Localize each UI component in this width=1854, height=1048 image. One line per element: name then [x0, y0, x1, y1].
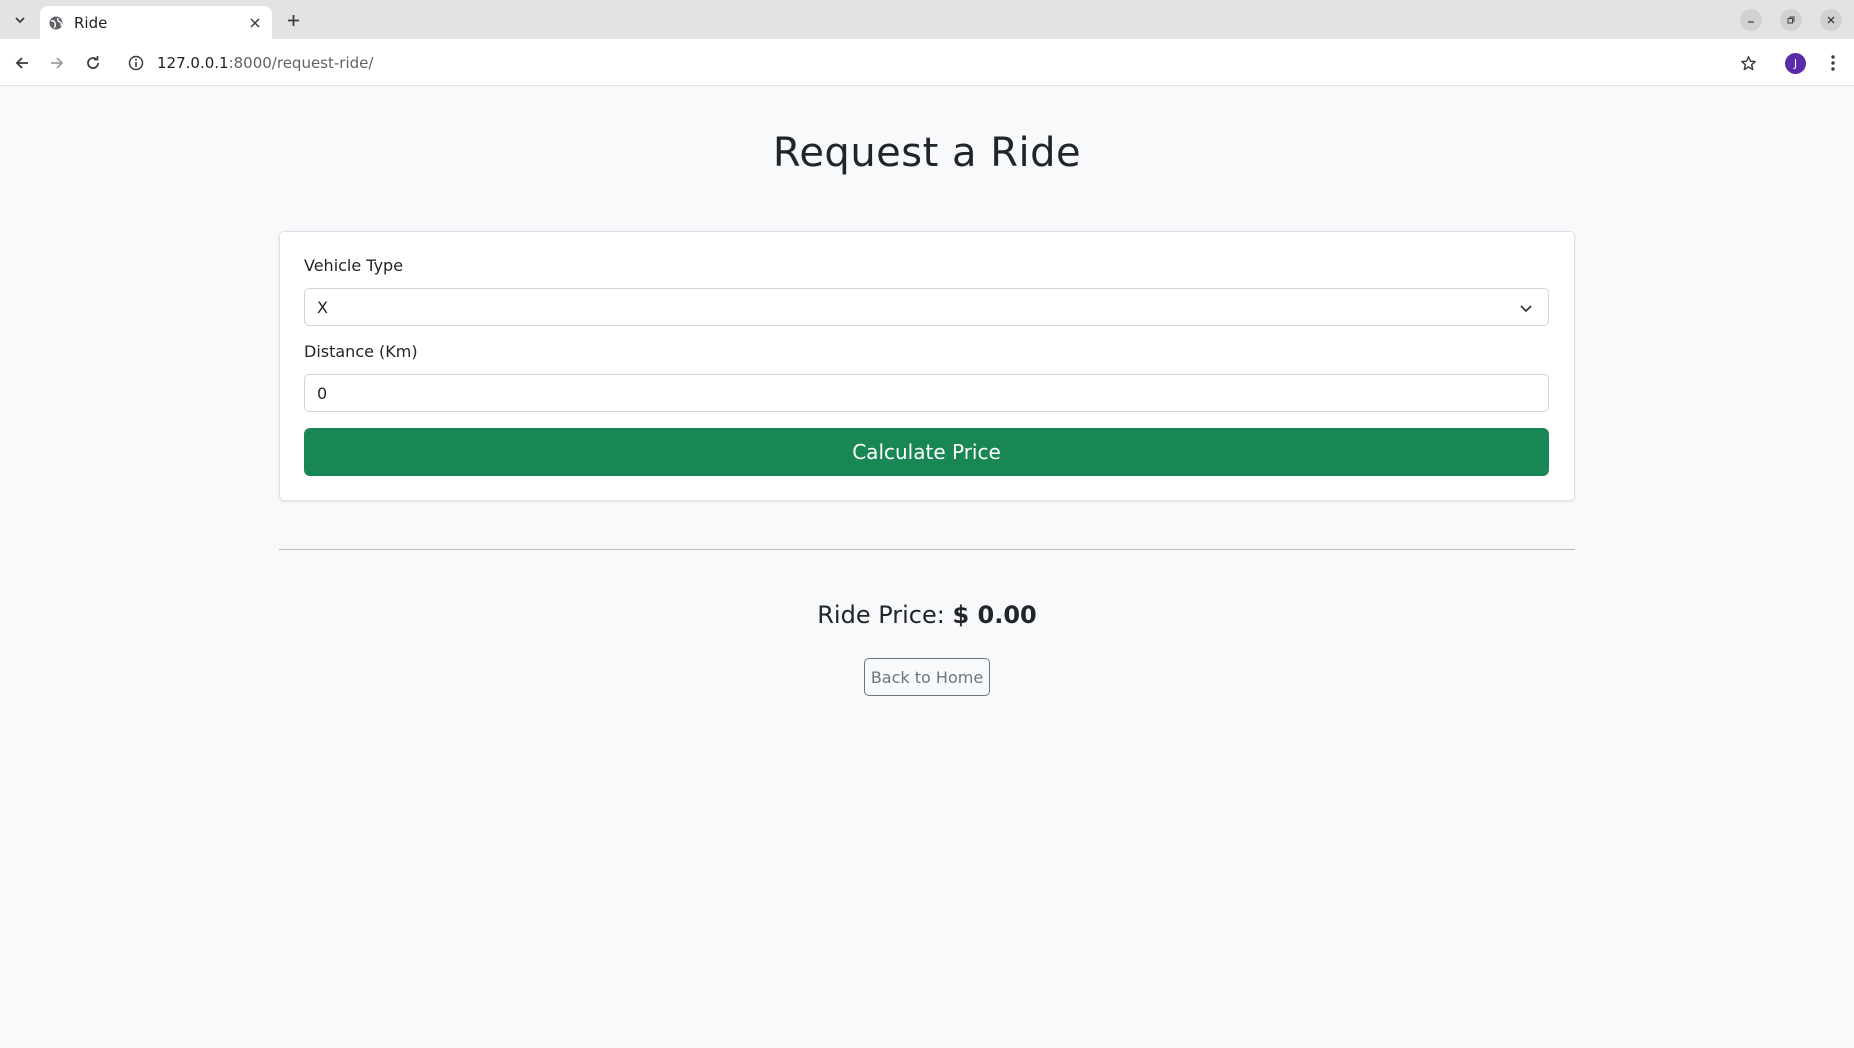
- distance-value: 0: [317, 383, 328, 403]
- vehicle-type-label: Vehicle Type: [304, 256, 404, 275]
- ride-price-label: Ride Price:: [817, 601, 945, 629]
- minimize-icon: [1748, 21, 1754, 23]
- page-title: Request a Ride: [772, 130, 1082, 176]
- ride-price: Ride Price: $ 0.00: [0, 601, 1854, 629]
- tab-strip: Ride: [0, 0, 1854, 39]
- vehicle-type-value: X: [317, 297, 328, 317]
- url-path: :8000/request-ride/: [228, 54, 374, 72]
- restore-button[interactable]: [1780, 9, 1802, 31]
- reload-icon: [87, 56, 99, 69]
- forward-button[interactable]: [44, 50, 70, 76]
- back-button[interactable]: [9, 50, 35, 76]
- distance-input[interactable]: 0: [304, 374, 1549, 412]
- chevron-down-icon: [15, 17, 25, 24]
- minimize-button[interactable]: [1740, 9, 1762, 31]
- tab-search-button[interactable]: [5, 7, 35, 33]
- distance-label: Distance (Km): [304, 342, 418, 361]
- url-host: 127.0.0.1: [157, 54, 229, 72]
- tab-title: Ride: [74, 13, 108, 32]
- close-icon: [1827, 16, 1835, 24]
- vehicle-type-select[interactable]: X: [304, 288, 1549, 326]
- close-window-button[interactable]: [1820, 9, 1842, 31]
- star-icon: [1740, 55, 1756, 70]
- profile-avatar[interactable]: J: [1785, 53, 1806, 74]
- site-info-icon[interactable]: [126, 53, 146, 73]
- reload-button[interactable]: [80, 50, 106, 76]
- active-tab[interactable]: Ride: [40, 6, 272, 39]
- address-bar[interactable]: 127.0.0.1:8000/request-ride/: [157, 53, 373, 73]
- browser-menu-button[interactable]: [1820, 50, 1846, 76]
- bookmark-button[interactable]: [1735, 50, 1761, 76]
- more-vertical-icon: [1831, 55, 1835, 71]
- restore-icon: [1787, 16, 1795, 24]
- calculate-price-button[interactable]: Calculate Price: [304, 428, 1549, 476]
- ride-price-value: $ 0.00: [952, 601, 1037, 629]
- back-to-home-button[interactable]: Back to Home: [864, 658, 990, 696]
- divider: [279, 549, 1575, 550]
- close-tab-icon[interactable]: [246, 14, 264, 32]
- plus-icon: [287, 14, 299, 26]
- arrow-right-icon: [51, 57, 64, 69]
- new-tab-button[interactable]: [280, 9, 306, 31]
- arrow-left-icon: [15, 57, 28, 69]
- globe-icon: [48, 15, 64, 31]
- chevron-down-icon: [1520, 305, 1532, 313]
